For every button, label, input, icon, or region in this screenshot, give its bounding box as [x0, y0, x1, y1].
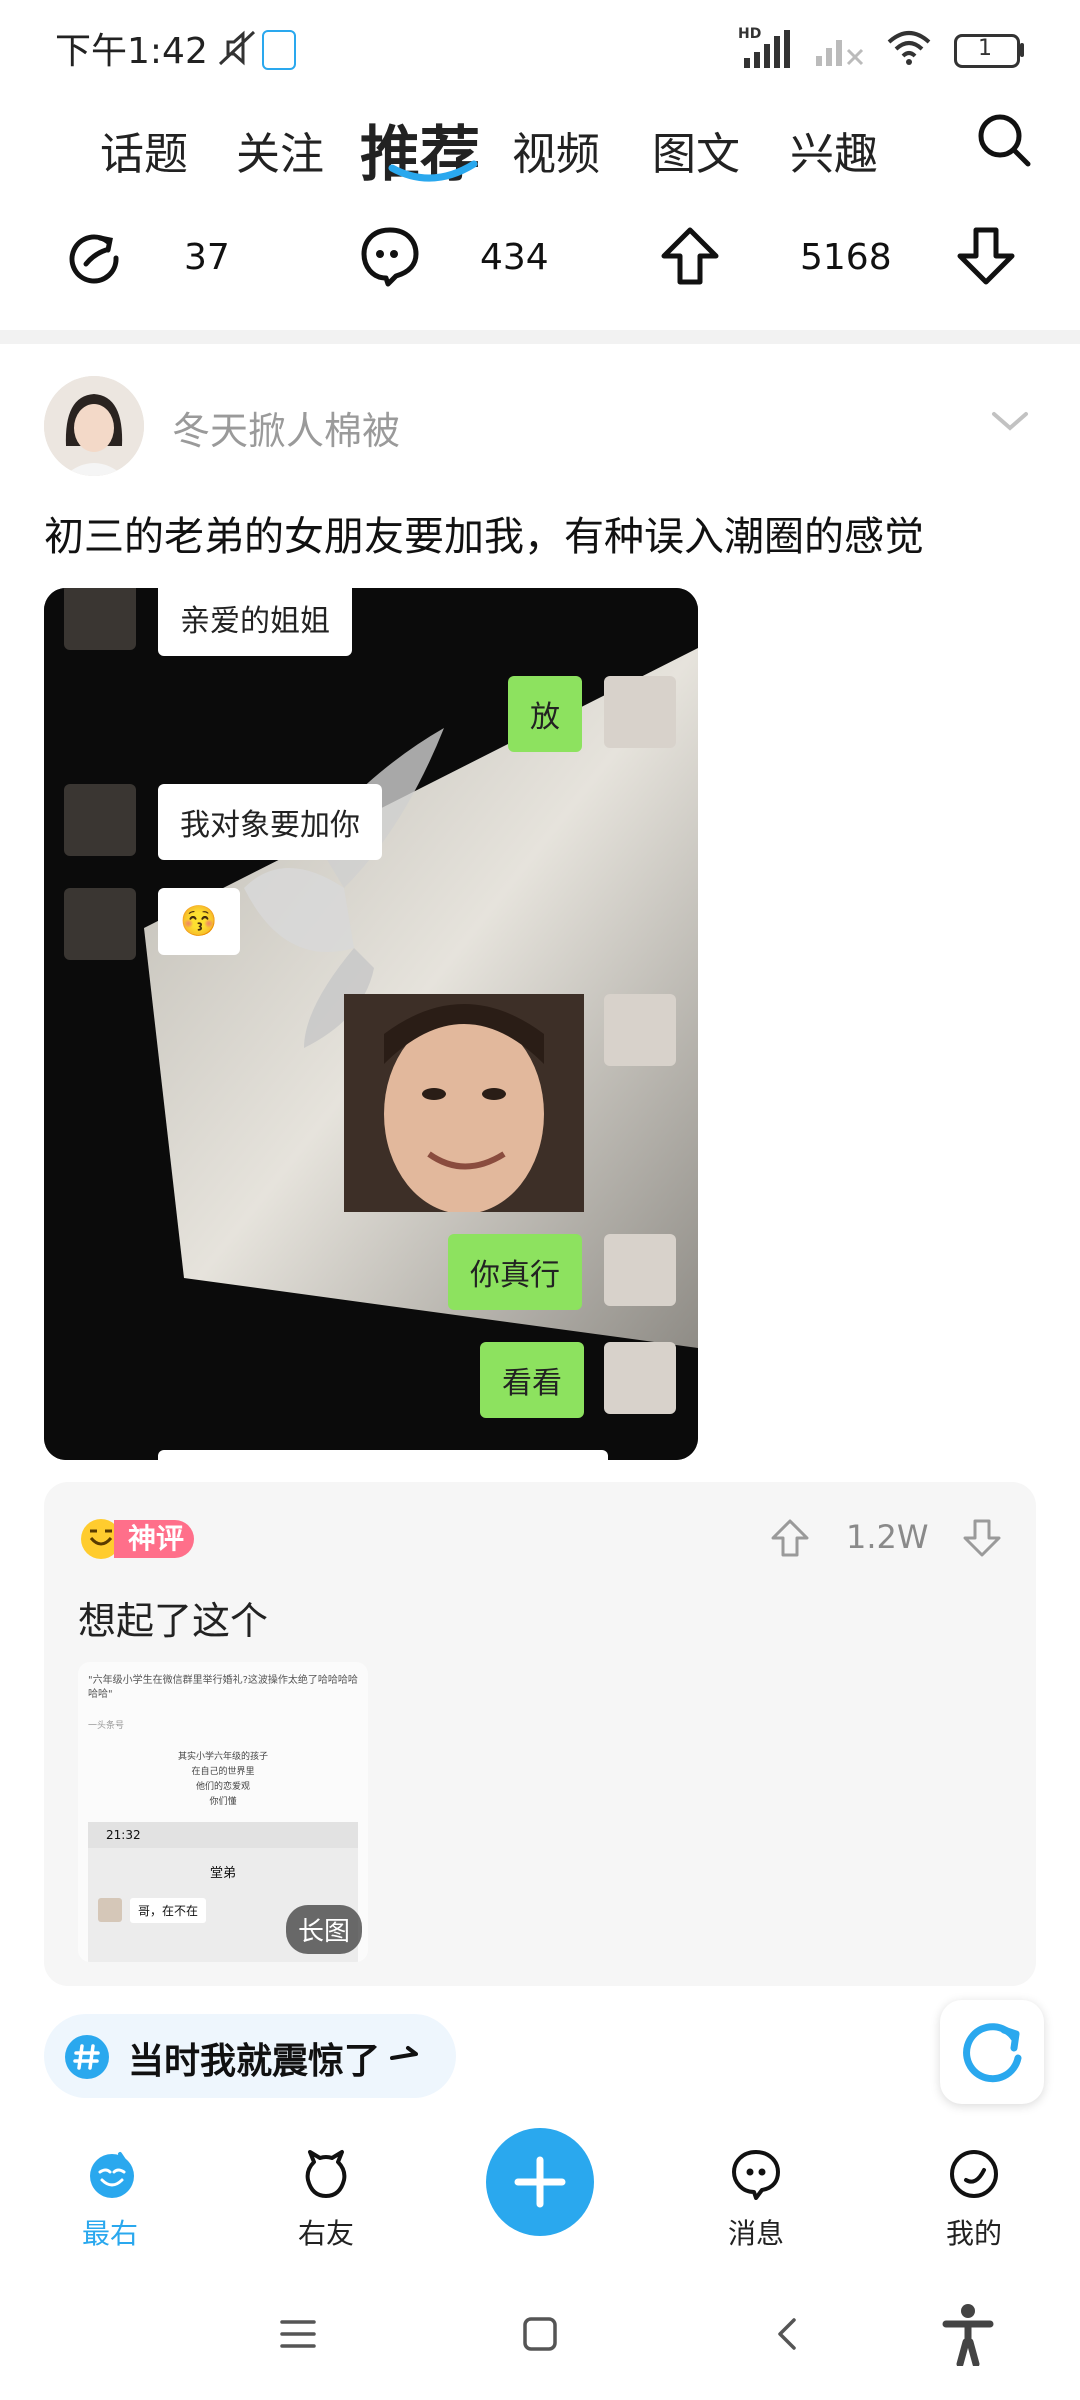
share-icon[interactable]: [64, 228, 124, 292]
post-title[interactable]: 初三的老弟的女朋友要加我，有种误入潮圈的感觉: [44, 504, 924, 562]
chat-sticker-image: [344, 994, 584, 1214]
comment-count: 434: [480, 237, 549, 278]
hashtag-icon: [65, 2035, 109, 2079]
share-count: 37: [184, 237, 230, 278]
thumb-line: 你们懂: [209, 1797, 237, 1807]
top-tabs: 话题 关注 推荐 视频 图文 兴趣: [0, 100, 1080, 200]
arrow-right-icon: [390, 2046, 418, 2060]
chevron-down-icon[interactable]: [990, 410, 1030, 438]
mute-icon: [214, 28, 260, 72]
chat-avatar: [604, 1342, 676, 1414]
thumb-chat-message: 哥，在不在: [130, 1898, 207, 1923]
chat-message: 我对象要加你: [158, 784, 382, 860]
thumb-chat-title: 堂弟: [209, 1866, 236, 1881]
refresh-icon: [963, 2023, 1022, 2083]
tab-follow[interactable]: 关注: [236, 118, 324, 182]
comment-upvote-icon[interactable]: [770, 1518, 810, 1562]
nav-label-friends: 右友: [297, 2217, 354, 2250]
thumb-line: 其实小学六年级的孩子: [177, 1752, 268, 1762]
section-divider: [0, 330, 1080, 344]
post-username[interactable]: 冬天掀人棉被: [172, 400, 400, 455]
battery-level: 1: [978, 36, 992, 61]
thumb-body: 其实小学六年级的孩子 在自己的世界里 他们的恋爱观 你们懂: [78, 1750, 368, 1810]
active-tab-underline: [388, 160, 478, 182]
topic-chip[interactable]: 当时我就震惊了: [44, 2014, 456, 2098]
refresh-button[interactable]: [940, 2000, 1044, 2104]
chat-message: 放: [508, 676, 582, 752]
comment-image-thumbnail[interactable]: "六年级小学生在微信群里举行婚礼?这波操作太绝了哈哈哈哈哈哈" 一头条号 其实小…: [78, 1662, 368, 1962]
status-time: 下午1:42: [55, 31, 208, 72]
battery-icon: 1: [954, 34, 1024, 68]
topic-label: 当时我就震惊了: [128, 2041, 381, 2082]
chat-message: 你真行: [448, 1234, 582, 1310]
nav-label-home: 最右: [81, 2217, 138, 2250]
comment-likes: 1.2W: [846, 1518, 929, 1556]
chat-message: 😚: [158, 888, 240, 955]
thumb-source: 一头条号: [88, 1721, 125, 1731]
back-icon[interactable]: [772, 2314, 802, 2358]
comment-downvote-icon[interactable]: [962, 1518, 1002, 1562]
avatar[interactable]: [44, 376, 144, 476]
signal-icon: HD: [738, 26, 794, 70]
chat-avatar: [64, 888, 136, 960]
chat-avatar: [604, 1234, 676, 1306]
home-icon: [90, 2152, 134, 2198]
thumb-headline: "六年级小学生在微信群里举行婚礼?这波操作太绝了哈哈哈哈哈哈": [88, 1675, 358, 1700]
chat-avatar: [64, 784, 136, 856]
chat-message: 亲爱的姐姐: [158, 588, 352, 656]
nav-label-messages: 消息: [727, 2217, 784, 2250]
post-image[interactable]: 亲爱的姐姐 放 我对象要加你 😚 你真行 看看: [44, 588, 698, 1460]
signal-2-icon: [816, 28, 864, 72]
chat-avatar: [64, 588, 136, 650]
tab-video[interactable]: 视频: [512, 118, 600, 182]
thumb-line: 他们的恋爱观: [195, 1782, 250, 1792]
thumb-time: 21:32: [106, 1828, 141, 1842]
plus-icon: [514, 2156, 566, 2208]
chat-message-partial: [158, 1450, 608, 1460]
tab-topics[interactable]: 话题: [100, 118, 188, 182]
wifi-icon: [886, 30, 932, 70]
tab-image-text[interactable]: 图文: [652, 118, 740, 182]
app-badge-icon: [262, 30, 296, 70]
chat-avatar: [604, 676, 676, 748]
friends-icon: [305, 2150, 347, 2198]
home-square-icon[interactable]: [520, 2314, 560, 2358]
create-post-button[interactable]: [486, 2128, 594, 2236]
comment-icon[interactable]: [360, 226, 420, 292]
status-icons: HD 1: [738, 26, 1024, 72]
god-comment-badge: 神评: [78, 1516, 202, 1562]
downvote-icon[interactable]: [956, 226, 1016, 290]
nav-label-me: 我的: [945, 2217, 1002, 2250]
upvote-icon[interactable]: [660, 226, 720, 290]
thumb-line: 在自己的世界里: [191, 1767, 255, 1777]
god-comment-badge-label: 神评: [114, 1520, 195, 1558]
tab-interest[interactable]: 兴趣: [790, 118, 878, 182]
chat-message: 看看: [480, 1342, 584, 1418]
search-icon[interactable]: [976, 112, 1032, 172]
comment-text: 想起了这个: [78, 1599, 269, 1643]
hd-label: HD: [738, 26, 762, 42]
profile-icon: [950, 2150, 998, 2198]
accessibility-icon[interactable]: [940, 2302, 996, 2370]
message-icon: [732, 2150, 780, 2200]
menu-icon[interactable]: [278, 2316, 318, 2356]
upvote-count: 5168: [800, 237, 892, 278]
chat-avatar: [604, 994, 676, 1066]
long-image-tag: 长图: [285, 1905, 362, 1954]
